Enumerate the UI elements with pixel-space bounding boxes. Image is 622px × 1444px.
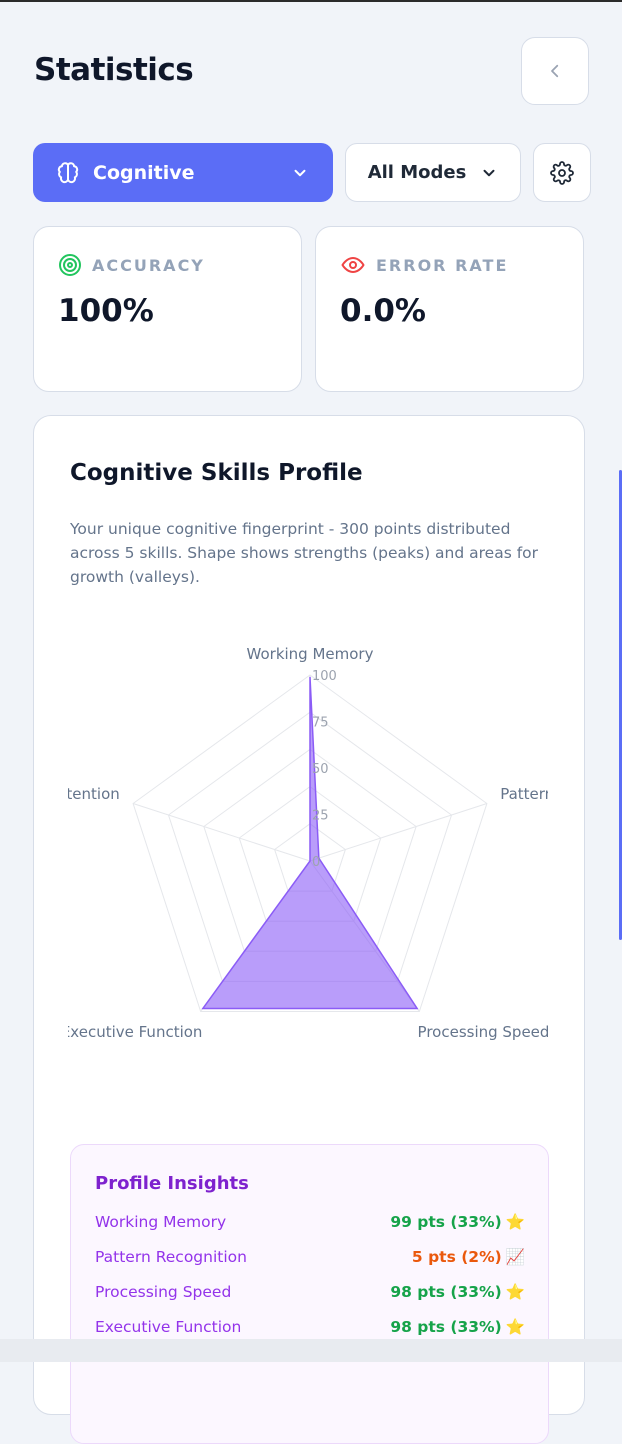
gear-icon [550,160,574,185]
radar-axis-label: Working Memory [247,645,374,663]
radar-spoke [132,803,311,862]
chart-up-icon: 📈 [505,1248,525,1266]
star-icon: ⭐ [505,1318,525,1336]
radar-spoke [309,803,488,862]
insight-row: Working Memory 99 pts (33%) ⭐ [95,1213,525,1237]
error-rate-value: 0.0% [340,293,426,329]
radar-tick-label: 25 [312,809,329,824]
radar-axis-label: Processing Speed [418,1023,550,1041]
radar-tick-label: 75 [312,716,329,731]
bottom-bar [0,1339,622,1362]
radar-tick-label: 0 [312,855,320,870]
star-icon: ⭐ [505,1283,525,1301]
radar-data-area [201,676,419,1010]
insight-points: 5 pts (2%) [411,1248,502,1266]
target-icon [59,254,81,276]
brain-icon [57,161,79,183]
mode-label: All Modes [367,162,467,183]
profile-title: Cognitive Skills Profile [70,460,363,486]
accuracy-value: 100% [58,293,154,329]
profile-description: Your unique cognitive fingerprint - 300 … [70,520,539,586]
accuracy-label: ACCURACY [92,255,205,275]
insight-name: Working Memory [95,1213,227,1231]
settings-button[interactable] [533,143,591,202]
radar-axis-label: Attention [51,785,120,803]
radar-tick-label: 100 [312,669,337,684]
insight-name: Processing Speed [95,1283,232,1301]
error-rate-card: ERROR RATE 0.0% [315,226,584,392]
insight-row: Processing Speed 98 pts (33%) ⭐ [95,1283,525,1307]
insight-row: Pattern Recognition 5 pts (2%) 📈 [95,1248,525,1272]
chevron-down-icon [294,169,306,176]
insight-points: 98 pts (33%) [390,1283,502,1301]
category-dropdown[interactable]: Cognitive [33,143,333,202]
category-label: Cognitive [93,161,195,184]
cognitive-profile-card: Cognitive Skills Profile Your unique cog… [33,415,585,1444]
window-top-border [0,0,622,2]
radar-chart: 0 25 50 75 100 Working Memory Pattern Recognit… [51,645,584,1041]
insights-title: Profile Insights [95,1173,249,1194]
insight-name: Executive Function [95,1318,242,1336]
page-title: Statistics [34,52,194,88]
radar-tick-label: 50 [312,762,329,777]
star-icon: ⭐ [505,1213,525,1231]
insight-points: 99 pts (33%) [390,1213,502,1231]
eye-icon [341,257,365,273]
chevron-left-icon [551,64,559,78]
profile-insights: Profile Insights Working Memory 99 pts (… [70,1144,549,1444]
radar-axis-label: Executive Function [61,1023,203,1041]
radar-axis-label: Pattern Recognition [500,785,584,803]
insight-points: 98 pts (33%) [390,1318,502,1336]
back-button[interactable] [521,37,589,105]
insight-name: Pattern Recognition [95,1248,247,1266]
error-rate-label: ERROR RATE [376,255,509,275]
accuracy-card: ACCURACY 100% [33,226,302,392]
mode-dropdown[interactable]: All Modes [345,143,521,202]
chevron-down-icon [483,169,495,176]
